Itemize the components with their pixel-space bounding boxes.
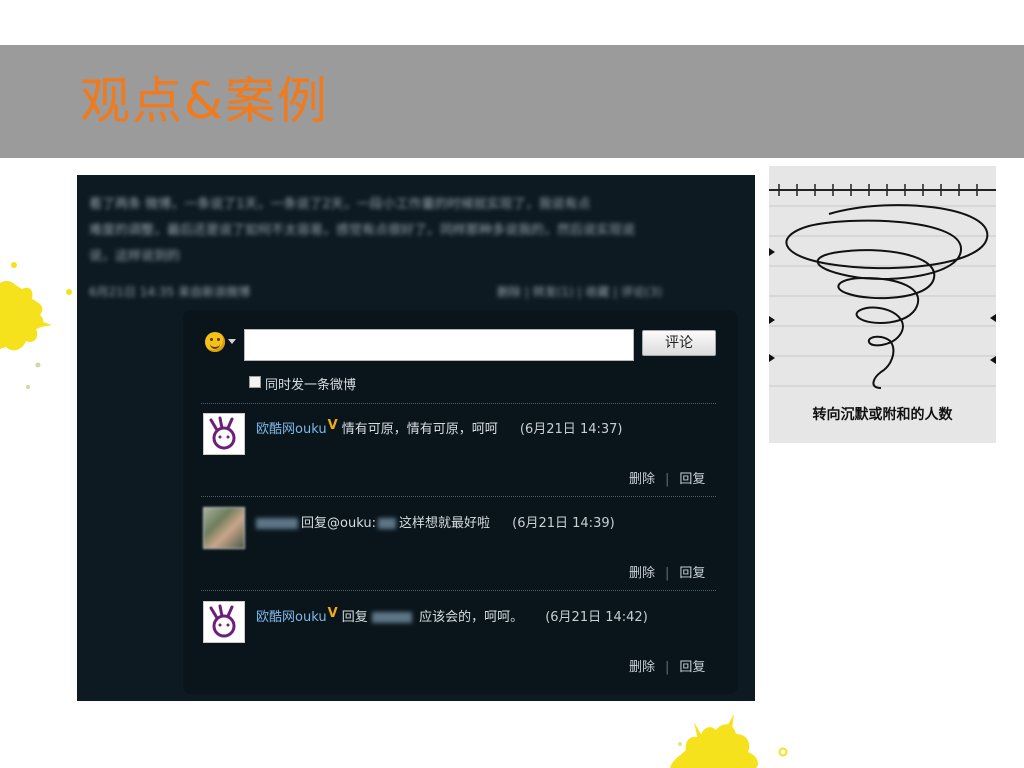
comment-text: 这样想就最好啦 <box>398 516 490 531</box>
comment-panel: 评论 同时发一条微博 欧酷网oukuV 情有可原，情有可原，呵呵 (6月21日 … <box>183 310 738 694</box>
chevron-down-icon[interactable] <box>228 339 236 344</box>
verified-badge: V <box>327 606 338 621</box>
post-links: 删除 | 转发(1) | 收藏 | 评论(3) <box>497 285 663 299</box>
comment-row: 欧酷网oukuV 回复 应该会的，呵呵。 (6月21日 14:42) <box>256 606 648 625</box>
blurred-username <box>256 518 298 529</box>
blurred-name <box>371 612 412 623</box>
comment-submit-button[interactable]: 评论 <box>642 330 716 356</box>
post-link-favorite[interactable]: 收藏 <box>585 285 609 299</box>
photo-avatar[interactable] <box>203 507 245 549</box>
post-link-comment[interactable]: 评论(3) <box>621 285 662 299</box>
comment-time: (6月21日 14:42) <box>545 610 648 625</box>
post-text-line-1: 看了两条 微博，一条说了1天，一条说了2天，一段小工作量的时候就实现了，我说有点 <box>89 197 591 212</box>
comment-text: 情有可原，情有可原，呵呵 <box>341 422 498 437</box>
smiley-icon[interactable] <box>205 332 225 352</box>
divider <box>201 496 716 497</box>
delete-link[interactable]: 删除 <box>629 660 655 675</box>
delete-link[interactable]: 删除 <box>629 472 655 487</box>
yellow-splat-left-icon <box>0 262 72 389</box>
mention-link[interactable]: @ouku <box>327 516 372 531</box>
comment-actions: 删除 | 回复 <box>629 472 706 487</box>
post-text-line-2: 难度的调整，最后还是说了如何不太容易，感觉有点很好了。同样那种多说我的，然后说实… <box>89 223 636 238</box>
reply-prefix: 回复 <box>301 516 328 531</box>
comment-username[interactable]: 欧酷网ouku <box>256 422 327 437</box>
spiral-reference-image: 转向沉默或附和的人数 <box>769 166 996 443</box>
comment-time: (6月21日 14:39) <box>512 516 615 531</box>
avatar[interactable] <box>203 601 245 643</box>
bunny-avatar-icon <box>209 604 236 638</box>
spiral-illustration <box>769 184 996 389</box>
divider <box>201 403 716 404</box>
yellow-splat-bottom-icon <box>670 714 788 768</box>
post-link-forward[interactable]: 转发(1) <box>533 285 574 299</box>
comment-actions: 删除 | 回复 <box>629 566 706 581</box>
reply-link[interactable]: 回复 <box>679 566 705 581</box>
also-post-checkbox[interactable] <box>249 376 261 388</box>
post-link-delete[interactable]: 删除 <box>497 285 521 299</box>
comment-actions: 删除 | 回复 <box>629 660 706 675</box>
comment-username[interactable]: 欧酷网ouku <box>256 610 327 625</box>
slide-title: 观点&案例 <box>80 72 329 130</box>
post-meta: 6月21日 14:35 来自新浪微博 <box>89 285 251 299</box>
delete-link[interactable]: 删除 <box>629 566 655 581</box>
bunny-avatar-icon <box>209 416 236 450</box>
avatar[interactable] <box>203 413 245 455</box>
verified-badge: V <box>327 418 338 433</box>
also-post-label: 同时发一条微博 <box>265 378 357 393</box>
mention-separator: : <box>371 516 376 531</box>
comment-row: 回复@ouku: 这样想就最好啦 (6月21日 14:39) <box>256 512 615 531</box>
reply-link[interactable]: 回复 <box>679 472 705 487</box>
spiral-caption: 转向沉默或附和的人数 <box>812 407 953 423</box>
reply-prefix: 回复 <box>341 610 368 625</box>
weibo-screenshot: 看了两条 微博，一条说了1天，一条说了2天，一段小工作量的时候就实现了，我说有点… <box>77 175 755 701</box>
comment-input[interactable] <box>244 329 634 361</box>
comment-row: 欧酷网oukuV 情有可原，情有可原，呵呵 (6月21日 14:37) <box>256 418 622 437</box>
divider <box>201 590 716 591</box>
title-banner: 观点&案例 <box>0 45 1024 158</box>
comment-text: 应该会的，呵呵。 <box>419 610 524 625</box>
comment-time: (6月21日 14:37) <box>519 422 623 437</box>
post-text-line-3: 说，这样说到的 <box>89 249 181 264</box>
reply-link[interactable]: 回复 <box>679 660 705 675</box>
blurred-name <box>377 518 396 529</box>
